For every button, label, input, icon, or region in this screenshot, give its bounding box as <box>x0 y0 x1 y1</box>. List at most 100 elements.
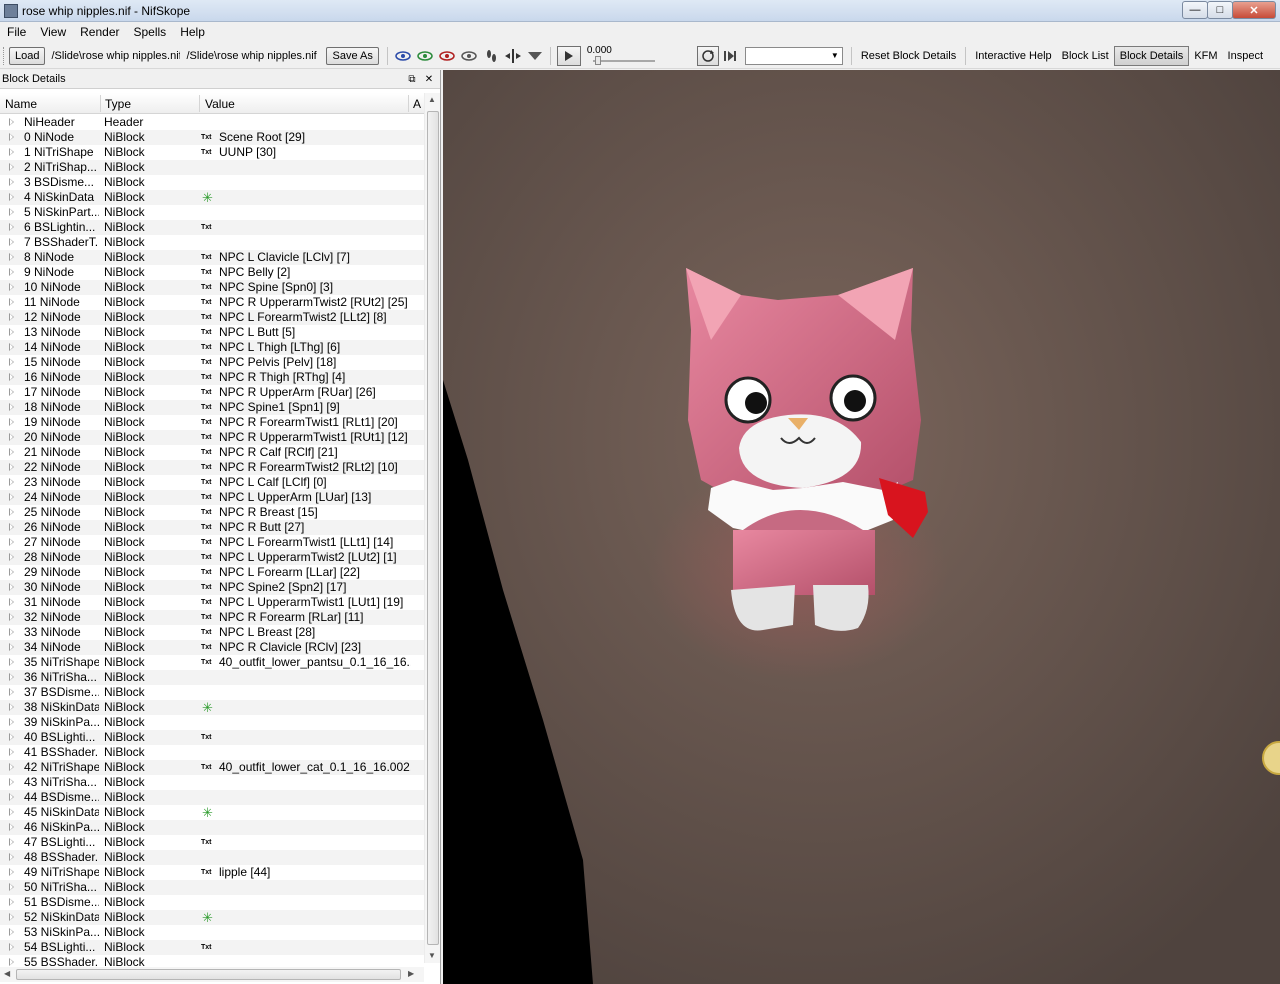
eye-red-icon[interactable] <box>436 46 458 66</box>
column-divider[interactable] <box>408 95 409 112</box>
expand-arrow-icon[interactable] <box>9 718 14 726</box>
load-button[interactable]: Load <box>9 46 46 65</box>
scroll-left-icon[interactable]: ◀ <box>4 969 10 978</box>
time-slider[interactable]: 0.000 <box>587 45 657 67</box>
inspect-button[interactable]: Inspect <box>1223 46 1268 66</box>
load-path-field[interactable]: /Slide\rose whip nipples.nif <box>49 47 180 65</box>
vertical-scrollbar[interactable]: ▲ ▼ <box>424 93 440 963</box>
expand-arrow-icon[interactable] <box>9 283 14 291</box>
expand-arrow-icon[interactable] <box>9 478 14 486</box>
table-row[interactable]: 15 NiNode NiBlock Txt NPC Pelvis [Pelv] [18… <box>0 355 424 370</box>
expand-arrow-icon[interactable] <box>9 508 14 516</box>
table-row[interactable]: 35 NiTriShape NiBlock Txt 40_outfit_lower_p… <box>0 655 424 670</box>
expand-arrow-icon[interactable] <box>9 343 14 351</box>
table-row[interactable]: 14 NiNode NiBlock Txt NPC L Thigh [LThg] [6… <box>0 340 424 355</box>
expand-arrow-icon[interactable] <box>9 928 14 936</box>
menu-render[interactable]: Render <box>73 25 126 39</box>
table-row[interactable]: 21 NiNode NiBlock Txt NPC R Calf [RClf] [21… <box>0 445 424 460</box>
expand-arrow-icon[interactable] <box>9 133 14 141</box>
time-slider-track[interactable] <box>592 59 655 62</box>
expand-arrow-icon[interactable] <box>9 793 14 801</box>
column-name[interactable]: Name <box>5 97 37 111</box>
column-divider[interactable] <box>199 95 200 112</box>
close-panel-icon[interactable]: ✕ <box>422 72 436 86</box>
expand-arrow-icon[interactable] <box>9 568 14 576</box>
expand-arrow-icon[interactable] <box>9 373 14 381</box>
float-panel-icon[interactable]: ⧉ <box>405 72 419 86</box>
expand-arrow-icon[interactable] <box>9 628 14 636</box>
expand-arrow-icon[interactable] <box>9 553 14 561</box>
time-slider-thumb[interactable] <box>594 55 601 65</box>
table-row[interactable]: 28 NiNode NiBlock Txt NPC L UpperarmTwist2 … <box>0 550 424 565</box>
close-button[interactable]: ✕ <box>1232 1 1276 19</box>
expand-arrow-icon[interactable] <box>9 193 14 201</box>
block-details-button[interactable]: Block Details <box>1113 45 1190 66</box>
table-row[interactable]: 22 NiNode NiBlock Txt NPC R ForearmTwist2 [… <box>0 460 424 475</box>
expand-arrow-icon[interactable] <box>9 403 14 411</box>
expand-arrow-icon[interactable] <box>9 733 14 741</box>
animation-select[interactable]: ▼ <box>744 46 843 65</box>
table-row[interactable]: 23 NiNode NiBlock Txt NPC L Calf [LClf] [0] <box>0 475 424 490</box>
table-row[interactable]: 33 NiNode NiBlock Txt NPC L Breast [28] <box>0 625 424 640</box>
table-row[interactable]: 6 BSLightin... NiBlock Txt <box>0 220 424 235</box>
horizontal-scroll-thumb[interactable] <box>16 969 401 980</box>
expand-arrow-icon[interactable] <box>9 148 14 156</box>
table-row[interactable]: 26 NiNode NiBlock Txt NPC R Butt [27] <box>0 520 424 535</box>
table-row[interactable]: 29 NiNode NiBlock Txt NPC L Forearm [LLar] … <box>0 565 424 580</box>
eye-green-icon[interactable] <box>414 46 436 66</box>
scroll-right-icon[interactable]: ▶ <box>408 969 414 978</box>
table-row[interactable]: 19 NiNode NiBlock Txt NPC R ForearmTwist1 [… <box>0 415 424 430</box>
expand-arrow-icon[interactable] <box>9 643 14 651</box>
table-row[interactable]: 25 NiNode NiBlock Txt NPC R Breast [15] <box>0 505 424 520</box>
table-row[interactable]: 7 BSShaderT... NiBlock <box>0 235 424 250</box>
table-row[interactable]: 46 NiSkinPa... NiBlock <box>0 820 424 835</box>
kfm-button[interactable]: KFM <box>1189 46 1222 66</box>
table-row[interactable]: 4 NiSkinData NiBlock ✳ <box>0 190 424 205</box>
expand-arrow-icon[interactable] <box>9 673 14 681</box>
table-row[interactable]: 32 NiNode NiBlock Txt NPC R Forearm [RLar] … <box>0 610 424 625</box>
toolbar-grip[interactable] <box>3 46 6 65</box>
table-row[interactable]: 9 NiNode NiBlock Txt NPC Belly [2] <box>0 265 424 280</box>
menu-view[interactable]: View <box>33 25 73 39</box>
minimize-button[interactable]: — <box>1182 1 1208 19</box>
table-row[interactable]: 41 BSShader... NiBlock <box>0 745 424 760</box>
expand-arrow-icon[interactable] <box>9 583 14 591</box>
expand-arrow-icon[interactable] <box>9 823 14 831</box>
play-button[interactable] <box>556 45 581 66</box>
expand-arrow-icon[interactable] <box>9 163 14 171</box>
expand-arrow-icon[interactable] <box>9 268 14 276</box>
expand-arrow-icon[interactable] <box>9 763 14 771</box>
expand-arrow-icon[interactable] <box>9 298 14 306</box>
table-row[interactable]: 49 NiTriShape NiBlock Txt lipple [44] <box>0 865 424 880</box>
maximize-button[interactable]: □ <box>1207 1 1233 19</box>
expand-arrow-icon[interactable] <box>9 208 14 216</box>
table-row[interactable]: 44 BSDisme... NiBlock <box>0 790 424 805</box>
menu-file[interactable]: File <box>0 25 33 39</box>
table-row[interactable]: 38 NiSkinData NiBlock ✳ <box>0 700 424 715</box>
table-row[interactable]: 27 NiNode NiBlock Txt NPC L ForearmTwist1 [… <box>0 535 424 550</box>
table-row[interactable]: 13 NiNode NiBlock Txt NPC L Butt [5] <box>0 325 424 340</box>
scene-canvas[interactable] <box>443 70 1280 984</box>
expand-arrow-icon[interactable] <box>9 538 14 546</box>
table-row[interactable]: 31 NiNode NiBlock Txt NPC L UpperarmTwist1 … <box>0 595 424 610</box>
table-row[interactable]: 40 BSLighti... NiBlock Txt <box>0 730 424 745</box>
expand-arrow-icon[interactable] <box>9 388 14 396</box>
table-row[interactable]: 54 BSLighti... NiBlock Txt <box>0 940 424 955</box>
column-extra[interactable]: A <box>413 97 421 111</box>
table-row[interactable]: 48 BSShader... NiBlock <box>0 850 424 865</box>
table-row[interactable]: 24 NiNode NiBlock Txt NPC L UpperArm [LUar]… <box>0 490 424 505</box>
reset-block-details-button[interactable]: Reset Block Details <box>856 46 961 66</box>
table-row[interactable]: 18 NiNode NiBlock Txt NPC Spine1 [Spn1] [9] <box>0 400 424 415</box>
table-row[interactable]: 45 NiSkinData NiBlock ✳ <box>0 805 424 820</box>
column-divider[interactable] <box>100 95 101 112</box>
expand-arrow-icon[interactable] <box>9 238 14 246</box>
expand-arrow-icon[interactable] <box>9 358 14 366</box>
table-row[interactable]: 39 NiSkinPa... NiBlock <box>0 715 424 730</box>
expand-arrow-icon[interactable] <box>9 118 14 126</box>
expand-arrow-icon[interactable] <box>9 898 14 906</box>
expand-arrow-icon[interactable] <box>9 703 14 711</box>
expand-arrow-icon[interactable] <box>9 853 14 861</box>
table-row[interactable]: 53 NiSkinPa... NiBlock <box>0 925 424 940</box>
table-row[interactable]: 0 NiNode NiBlock Txt Scene Root [29] <box>0 130 424 145</box>
scroll-up-icon[interactable]: ▲ <box>428 95 436 104</box>
